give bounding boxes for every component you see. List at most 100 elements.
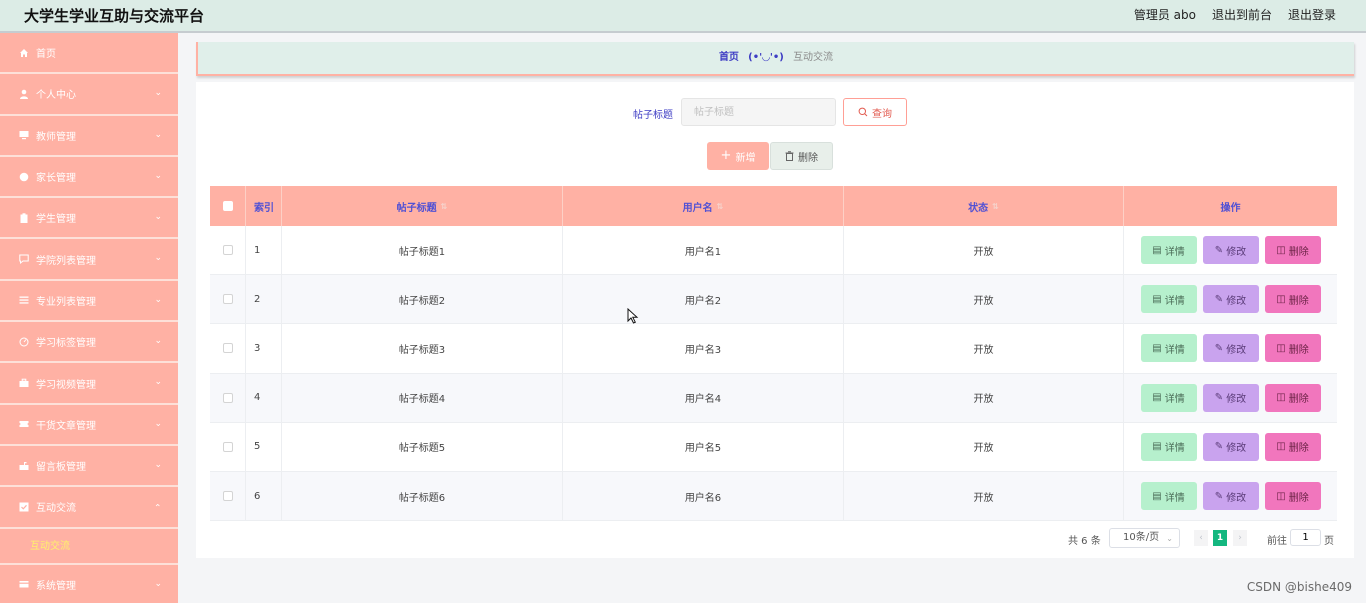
breadcrumb-current: 互动交流 (793, 52, 834, 63)
detail-button[interactable]: ▤ 详情 (1140, 482, 1197, 511)
sidebar-item-message-board[interactable]: 留言板管理 ⌄ (0, 446, 178, 488)
chevron-right-icon: › (1238, 533, 1242, 543)
posts-table: 索引 帖子标题 ⇅ 用户名 ⇅ 状态 ⇅ 操作 1 帖子标题1 用户名1 开放 ▤ 详情… (210, 186, 1337, 522)
add-label: 新增 (735, 152, 756, 164)
cell-status: 开放 (844, 471, 1124, 521)
sort-icon[interactable]: ⇅ (441, 202, 448, 211)
edit-button[interactable]: ✎ 修改 (1202, 334, 1259, 363)
search-input[interactable] (681, 98, 836, 126)
breadcrumb: 首页 (•'◡'•) 互动交流 (196, 42, 1354, 76)
document-icon: ▤ (1152, 244, 1162, 256)
sidebar-item-study-tag[interactable]: 学习标签管理 ⌄ (0, 322, 178, 364)
document-icon: ▤ (1152, 293, 1162, 305)
row-checkbox[interactable] (222, 294, 233, 305)
row-checkbox[interactable] (222, 392, 233, 403)
edit-button[interactable]: ✎ 修改 (1202, 383, 1259, 412)
table-body: 1 帖子标题1 用户名1 开放 ▤ 详情 ✎ 修改 ◫ 删除 2 帖子标题2 用户名2… (210, 226, 1337, 522)
next-page-button[interactable]: › (1233, 530, 1247, 546)
prev-page-button[interactable]: ‹ (1194, 530, 1208, 546)
detail-button[interactable]: ▤ 详情 (1140, 334, 1197, 363)
cell-index: 1 (246, 226, 282, 275)
delete-button[interactable]: ◫ 删除 (1264, 285, 1321, 314)
sidebar-item-student[interactable]: 学生管理 ⌄ (0, 198, 178, 240)
sidebar-item-parent[interactable]: 家长管理 ⌄ (0, 157, 178, 199)
admin-label: 管理员 abo (1133, 8, 1196, 22)
delete-button[interactable]: ◫ 删除 (1264, 334, 1321, 363)
sidebar-item-personal-center[interactable]: 个人中心 ⌄ (0, 74, 178, 116)
edit-button[interactable]: ✎ 修改 (1202, 482, 1259, 511)
trash-icon: ◫ (1276, 392, 1286, 404)
pencil-icon: ✎ (1214, 293, 1224, 305)
query-button[interactable]: 查询 (843, 98, 907, 126)
table-row: 6 帖子标题6 用户名6 开放 ▤ 详情 ✎ 修改 ◫ 删除 (210, 471, 1337, 522)
sidebar-item-label: 学院列表管理 (36, 255, 96, 267)
chevron-down-icon: ⌄ (154, 336, 162, 347)
th-actions: 操作 (1220, 202, 1241, 214)
list-icon (18, 295, 29, 305)
row-checkbox[interactable] (222, 491, 233, 502)
sort-icon[interactable]: ⇅ (992, 202, 999, 211)
sidebar-item-college-list[interactable]: 学院列表管理 ⌄ (0, 239, 178, 281)
card-icon (18, 579, 29, 589)
cell-username: 用户名5 (563, 422, 844, 471)
sidebar-item-interaction[interactable]: 互动交流 ⌄ (0, 487, 178, 529)
detail-button[interactable]: ▤ 详情 (1140, 285, 1197, 314)
cell-status: 开放 (844, 422, 1124, 471)
pencil-icon: ✎ (1214, 244, 1224, 256)
sidebar-item-label: 教师管理 (36, 131, 76, 143)
chat-icon (18, 254, 29, 265)
sidebar-item-home[interactable]: 首页 (0, 33, 178, 75)
chevron-down-icon: ⌄ (154, 578, 162, 589)
cell-username: 用户名4 (563, 373, 844, 422)
delete-button[interactable]: ◫ 删除 (1264, 482, 1321, 511)
sidebar-subitem-interaction[interactable]: 互动交流 (0, 528, 178, 565)
th-title[interactable]: 帖子标题 ⇅ (282, 186, 563, 226)
delete-button[interactable]: ◫ 删除 (1264, 236, 1321, 265)
breadcrumb-home[interactable]: 首页 (719, 52, 739, 63)
pagination: 共 6 条 10条/页 ⌄ ‹ 1 › 前往 页 (196, 528, 1354, 548)
main-panel: 帖子标题 查询 + 新增 删除 索引 帖子标题⇅ 用户名⇅ 状态⇅ 操作 1 (196, 82, 1354, 558)
select-all-checkbox[interactable] (222, 201, 233, 211)
cell-index: 5 (246, 422, 282, 471)
page-number-current[interactable]: 1 (1213, 530, 1227, 546)
edit-button[interactable]: ✎ 修改 (1202, 236, 1259, 265)
search-label: 帖子标题 (633, 110, 673, 121)
row-checkbox[interactable] (222, 441, 233, 452)
row-checkbox[interactable] (222, 343, 233, 354)
sidebar-item-system[interactable]: 系统管理 ⌄ (0, 565, 178, 603)
table-row: 3 帖子标题3 用户名3 开放 ▤ 详情 ✎ 修改 ◫ 删除 (210, 324, 1337, 374)
batch-delete-label: 删除 (798, 152, 818, 164)
batch-delete-button[interactable]: 删除 (770, 142, 833, 170)
sidebar-item-label: 学习标签管理 (36, 338, 96, 350)
delete-button[interactable]: ◫ 删除 (1264, 432, 1321, 461)
delete-button[interactable]: ◫ 删除 (1264, 383, 1321, 412)
sort-icon[interactable]: ⇅ (717, 202, 724, 211)
exit-to-front-link[interactable]: 退出到前台 (1212, 6, 1272, 23)
edit-button[interactable]: ✎ 修改 (1202, 432, 1259, 461)
th-username[interactable]: 用户名 ⇅ (563, 186, 844, 226)
sidebar-item-major-list[interactable]: 专业列表管理 ⌄ (0, 281, 178, 323)
sidebar-item-label: 学生管理 (36, 214, 76, 226)
chevron-down-icon: ⌄ (154, 88, 162, 99)
goto-page-input[interactable] (1290, 529, 1321, 546)
detail-button[interactable]: ▤ 详情 (1140, 236, 1197, 265)
sidebar-item-article[interactable]: 干货文章管理 ⌄ (0, 405, 178, 446)
row-checkbox[interactable] (222, 245, 233, 256)
chevron-down-icon: ⌄ (154, 377, 162, 388)
trash-icon (785, 151, 794, 161)
page-size-select[interactable]: 10条/页 ⌄ (1109, 528, 1180, 548)
th-index: 索引 (246, 186, 282, 226)
sidebar-item-study-video[interactable]: 学习视频管理 ⌄ (0, 363, 178, 405)
th-status[interactable]: 状态 ⇅ (844, 186, 1124, 226)
detail-button[interactable]: ▤ 详情 (1140, 383, 1197, 412)
detail-button[interactable]: ▤ 详情 (1140, 432, 1197, 461)
logout-link[interactable]: 退出登录 (1288, 6, 1336, 23)
check-icon (18, 502, 29, 512)
sidebar-item-teacher[interactable]: 教师管理 ⌄ (0, 116, 178, 157)
add-button[interactable]: + 新增 (707, 142, 769, 170)
trash-icon: ◫ (1276, 342, 1286, 354)
chevron-down-icon: ⌄ (154, 418, 162, 429)
cell-status: 开放 (844, 226, 1124, 275)
pencil-icon: ✎ (1214, 441, 1224, 453)
edit-button[interactable]: ✎ 修改 (1202, 285, 1259, 314)
